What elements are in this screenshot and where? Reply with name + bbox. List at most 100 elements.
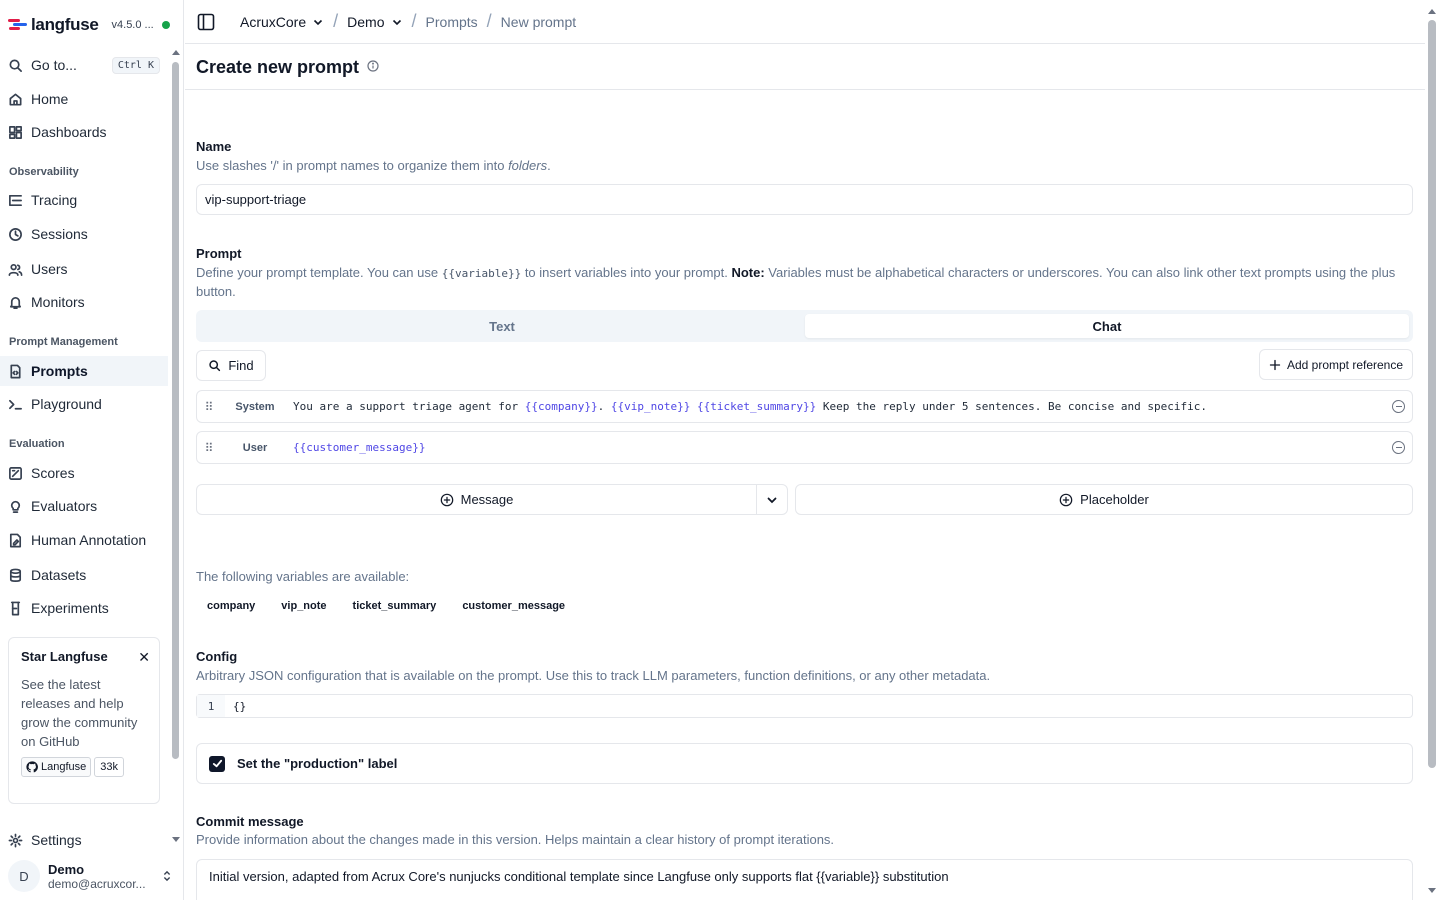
info-icon[interactable] <box>367 60 379 72</box>
scroll-up-arrow-icon[interactable] <box>172 50 180 55</box>
breadcrumb-prompts[interactable]: Prompts <box>426 14 478 30</box>
variable-chip: ticket_summary <box>352 600 437 612</box>
sidebar: langfuse v4.5.0 ... Go to... Ctrl K Home… <box>0 0 184 900</box>
drag-handle-icon[interactable]: ⠿ <box>197 441 217 455</box>
user-name: Demo <box>48 861 85 877</box>
github-icon <box>26 761 38 773</box>
breadcrumb-org[interactable]: AcruxCore <box>240 14 324 30</box>
message-role[interactable]: User <box>217 442 293 454</box>
sidebar-item-label: Sessions <box>31 226 88 242</box>
template-variable: {{customer_message}} <box>293 441 426 454</box>
variables-list: company vip_note ticket_summary customer… <box>196 597 580 615</box>
sidebar-item-home[interactable]: Home <box>0 84 168 114</box>
add-prompt-reference-button[interactable]: Add prompt reference <box>1259 349 1413 380</box>
annotation-icon <box>9 533 22 547</box>
terminal-icon <box>9 399 22 410</box>
sidebar-item-evaluators[interactable]: Evaluators <box>0 491 168 521</box>
file-code-icon <box>10 364 21 378</box>
add-placeholder-label: Placeholder <box>1080 492 1149 507</box>
sidebar-item-users[interactable]: Users <box>0 254 168 284</box>
goto-button[interactable]: Go to... Ctrl K <box>0 50 168 80</box>
project-name: Demo <box>347 13 385 30</box>
config-editor[interactable]: 1 {} <box>196 694 1413 718</box>
bell-icon <box>9 296 22 309</box>
sidebar-item-monitors[interactable]: Monitors <box>0 287 168 317</box>
user-email: demo@acruxcor... <box>48 876 146 891</box>
sidebar-item-settings[interactable]: Settings <box>0 825 168 855</box>
message-content[interactable]: {{customer_message}} <box>293 441 1412 454</box>
page-title: Create new prompt <box>196 57 360 77</box>
user-menu[interactable]: D Demo demo@acruxcor... <box>0 856 184 896</box>
tracing-icon <box>9 194 22 206</box>
goto-label: Go to... <box>31 57 77 73</box>
commit-message-input[interactable]: Initial version, adapted from Acrux Core… <box>196 859 1413 900</box>
remove-message-icon[interactable] <box>1392 400 1405 413</box>
close-icon[interactable]: ✕ <box>138 649 150 666</box>
chat-message-system: ⠿ System You are a support triage agent … <box>196 390 1413 423</box>
sidebar-item-scores[interactable]: Scores <box>0 458 168 488</box>
sidebar-item-label: Dashboards <box>31 124 107 140</box>
nav-group-prompt-management: Prompt Management <box>9 336 118 348</box>
breadcrumb-separator: / <box>333 11 339 31</box>
sidebar-item-playground[interactable]: Playground <box>0 389 168 419</box>
sidebar-item-datasets[interactable]: Datasets <box>0 560 168 590</box>
sidebar-scrollbar[interactable] <box>172 62 179 759</box>
home-icon <box>9 93 22 105</box>
status-dot <box>161 21 170 29</box>
sidebar-toggle-icon[interactable] <box>197 13 215 31</box>
remove-message-icon[interactable] <box>1392 441 1405 454</box>
chevron-down-icon <box>392 19 401 25</box>
find-label: Find <box>228 358 254 373</box>
sidebar-item-label: Evaluators <box>31 498 98 514</box>
sidebar-item-label: Prompts <box>31 363 88 379</box>
breadcrumb-project[interactable]: Demo <box>347 14 402 30</box>
commit-message-description: Provide information about the changes ma… <box>196 832 835 847</box>
sidebar-item-sessions[interactable]: Sessions <box>0 219 168 249</box>
find-button[interactable]: Find <box>196 350 266 381</box>
sidebar-item-label: Monitors <box>31 294 85 310</box>
flask-icon <box>10 601 21 615</box>
production-label-checkbox[interactable] <box>209 755 225 772</box>
name-label: Name <box>196 139 232 154</box>
tab-chat[interactable]: Chat <box>805 314 1409 338</box>
chat-message-user: ⠿ User {{customer_message}} <box>196 431 1413 464</box>
sidebar-item-dashboards[interactable]: Dashboards <box>0 117 168 147</box>
add-placeholder-button[interactable]: Placeholder <box>795 484 1413 515</box>
prompt-name-input[interactable]: vip-support-triage <box>196 184 1413 215</box>
add-reference-label: Add prompt reference <box>1286 357 1404 372</box>
scroll-down-arrow-icon[interactable] <box>1428 888 1436 893</box>
sidebar-item-label: Playground <box>31 396 102 412</box>
message-role[interactable]: System <box>217 401 293 413</box>
production-label-text[interactable]: Set the "production" label <box>237 756 397 771</box>
github-star-button[interactable]: Langfuse <box>21 757 92 777</box>
scroll-down-arrow-icon[interactable] <box>172 837 180 842</box>
template-variable: {{vip_note}} <box>610 400 691 413</box>
plus-circle-icon <box>1059 493 1073 506</box>
brand[interactable]: langfuse v4.5.0 ... <box>8 12 170 38</box>
sidebar-item-human-annotation[interactable]: Human Annotation <box>0 525 168 555</box>
prompt-type-tabs: Text Chat <box>196 310 1413 342</box>
add-message-label: Message <box>460 492 514 507</box>
tab-text[interactable]: Text <box>200 314 804 338</box>
drag-handle-icon[interactable]: ⠿ <box>197 400 217 414</box>
sidebar-item-label: Users <box>31 261 68 277</box>
message-role-dropdown[interactable] <box>756 484 788 515</box>
sidebar-item-tracing[interactable]: Tracing <box>0 185 168 215</box>
config-code[interactable]: {} <box>225 700 246 713</box>
main-scrollbar[interactable] <box>1428 20 1436 768</box>
github-star-count[interactable]: 33k <box>94 757 125 777</box>
database-icon <box>9 568 22 582</box>
add-message-button[interactable]: Message <box>196 484 757 515</box>
template-variable: {{company}} <box>524 400 598 413</box>
star-card-title: Star Langfuse <box>21 649 108 664</box>
message-content[interactable]: You are a support triage agent for {{com… <box>293 400 1412 413</box>
sidebar-item-prompts[interactable]: Prompts <box>0 356 168 386</box>
prompt-description: Define your prompt template. You can use… <box>196 265 1396 299</box>
version-label[interactable]: v4.5.0 ... <box>112 19 154 31</box>
sidebar-item-experiments[interactable]: Experiments <box>0 593 168 623</box>
message-text: . <box>597 400 611 413</box>
page-header: Create new prompt <box>185 44 1425 90</box>
scroll-up-arrow-icon[interactable] <box>1428 9 1436 14</box>
config-label: Config <box>196 649 238 664</box>
name-description: Use slashes '/' in prompt names to organ… <box>196 158 551 173</box>
